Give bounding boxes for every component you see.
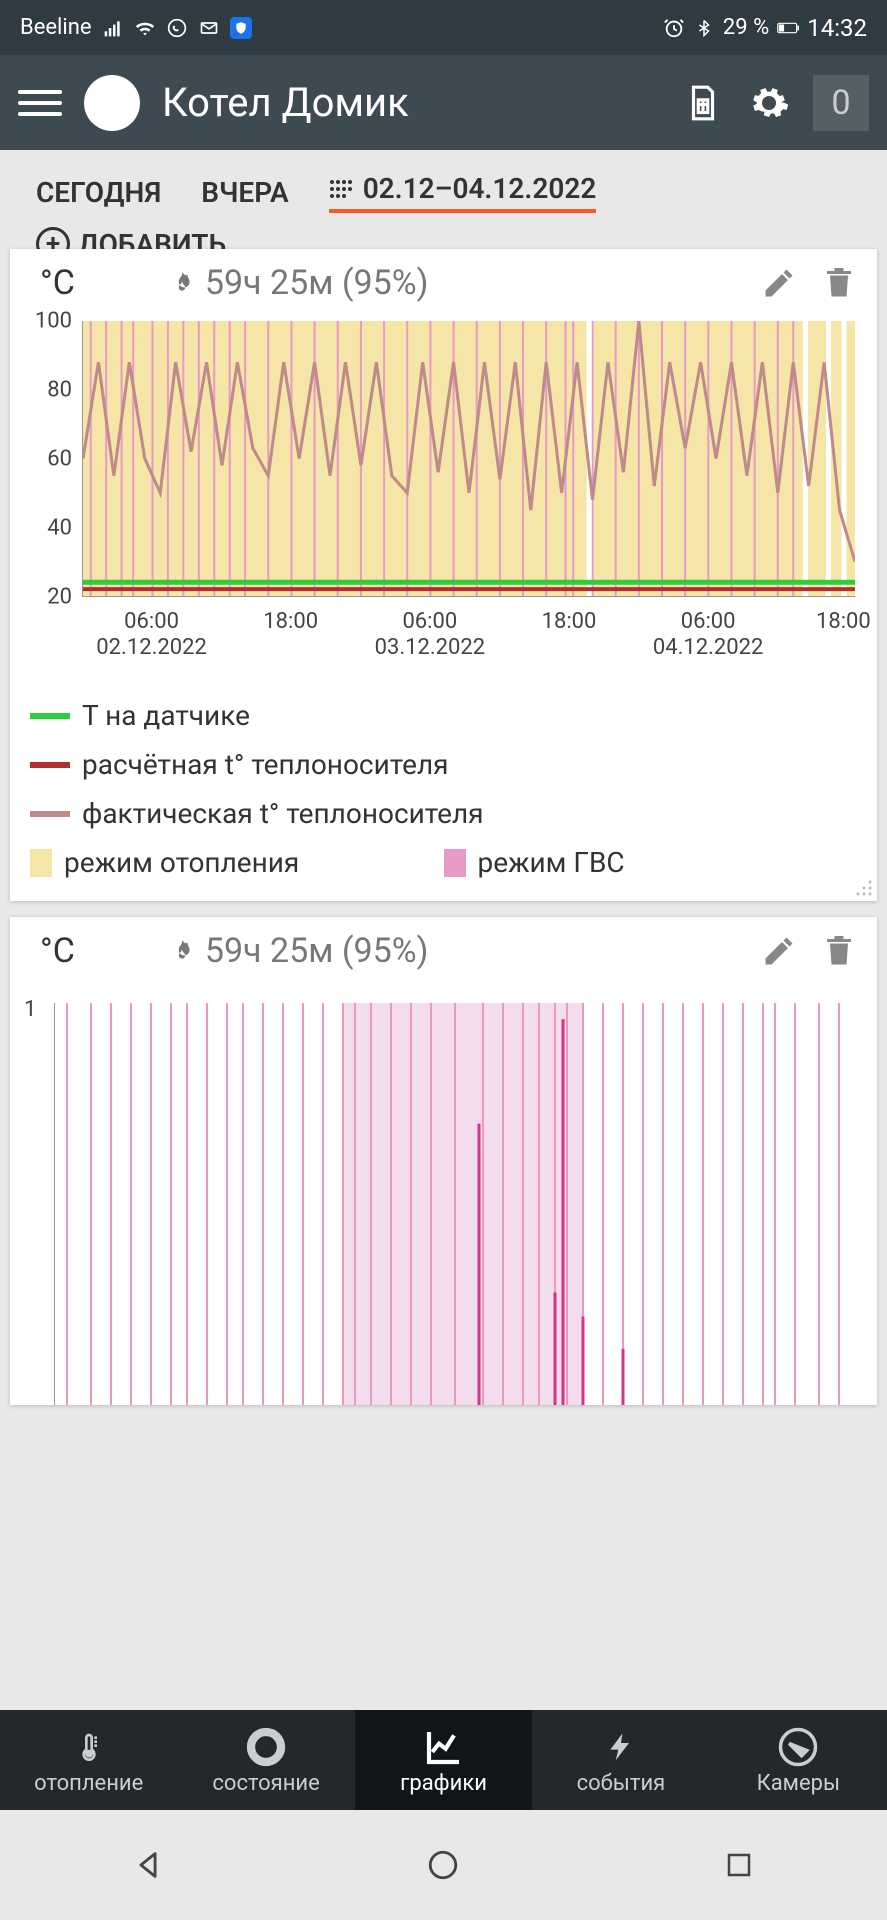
mail-icon: [198, 17, 220, 39]
tab-today[interactable]: СЕГОДНЯ: [36, 176, 161, 209]
tab-range-label: 02.12–04.12.2022: [363, 172, 597, 205]
nav-charts[interactable]: графики: [355, 1710, 532, 1810]
flame-icon: [169, 936, 195, 966]
flame-icon: [169, 268, 195, 298]
burn-time-text: 59ч 25м (95%): [205, 931, 429, 971]
bluetooth-icon: [693, 17, 715, 39]
temperature-chart[interactable]: 20406080100 06:0002.12.202218:0006:0003.…: [24, 317, 863, 627]
gear-icon[interactable]: [747, 81, 791, 125]
tab-yesterday[interactable]: ВЧЕРА: [201, 176, 288, 209]
chart-icon: [422, 1725, 466, 1769]
sim-icon[interactable]: [681, 81, 725, 125]
trash-icon[interactable]: [821, 933, 857, 969]
battery-pct: 29 %: [723, 15, 769, 40]
page-title: Котел Домик: [162, 79, 659, 126]
android-nav-bar: [0, 1810, 887, 1920]
legend-sensor[interactable]: Т на датчике: [30, 691, 857, 740]
whatsapp-icon: [166, 17, 188, 39]
date-tabs: СЕГОДНЯ ВЧЕРА 02.12–04.12.2022: [0, 150, 887, 223]
calendar-grid-icon: [329, 178, 353, 200]
tab-date-range[interactable]: 02.12–04.12.2022: [329, 172, 597, 213]
back-button[interactable]: [126, 1843, 170, 1887]
pencil-icon[interactable]: [761, 265, 797, 301]
chart-card-1: °C 59ч 25м (95%) 20406080100 06:0002.12.…: [10, 249, 877, 901]
dhw-chart[interactable]: 1: [24, 985, 863, 1405]
resize-handle-icon[interactable]: [855, 879, 873, 897]
chart-card-2: °C 59ч 25м (95%) 1: [10, 917, 877, 1405]
avatar[interactable]: [84, 75, 140, 131]
burn-time-stat: 59ч 25м (95%): [169, 263, 429, 303]
recents-button[interactable]: [717, 1843, 761, 1887]
nav-events[interactable]: события: [532, 1710, 709, 1810]
android-status-bar: Beeline 29 % 14:32: [0, 0, 887, 55]
clock-label: 14:32: [807, 14, 867, 42]
notification-count[interactable]: 0: [813, 75, 869, 131]
burn-time-stat: 59ч 25м (95%): [169, 931, 429, 971]
trash-icon[interactable]: [821, 265, 857, 301]
unit-label: °C: [40, 931, 75, 971]
home-button[interactable]: [421, 1843, 465, 1887]
nav-cameras[interactable]: Камеры: [710, 1710, 887, 1810]
menu-button[interactable]: [18, 81, 62, 125]
legend-heat-mode[interactable]: режим отопления: [30, 838, 444, 887]
circle-icon: [246, 1725, 286, 1769]
legend-actual[interactable]: фактическая t° теплоносителя: [30, 789, 857, 838]
carrier-label: Beeline: [20, 15, 92, 40]
bottom-nav: отопление состояние графики события Каме…: [0, 1710, 887, 1810]
thermometer-icon: [73, 1725, 105, 1769]
nav-status[interactable]: состояние: [177, 1710, 354, 1810]
legend-calc[interactable]: расчётная t° теплоносителя: [30, 740, 857, 789]
battery-icon: [777, 17, 799, 39]
shield-icon: [230, 17, 252, 39]
burn-time-text: 59ч 25м (95%): [205, 263, 429, 303]
nav-heating[interactable]: отопление: [0, 1710, 177, 1810]
app-header: Котел Домик 0: [0, 55, 887, 150]
signal-icon: [102, 17, 124, 39]
legend-dhw-mode[interactable]: режим ГВС: [444, 838, 858, 887]
camera-icon: [777, 1725, 819, 1769]
chart-legend: Т на датчике расчётная t° теплоносителя …: [10, 673, 877, 901]
pencil-icon[interactable]: [761, 933, 797, 969]
unit-label: °C: [40, 263, 75, 303]
lightning-icon: [605, 1725, 637, 1769]
y-tick: 1: [24, 997, 36, 1022]
wifi-icon: [134, 17, 156, 39]
content-area: СЕГОДНЯ ВЧЕРА 02.12–04.12.2022 + ДОБАВИТ…: [0, 150, 887, 1710]
alarm-icon: [663, 17, 685, 39]
